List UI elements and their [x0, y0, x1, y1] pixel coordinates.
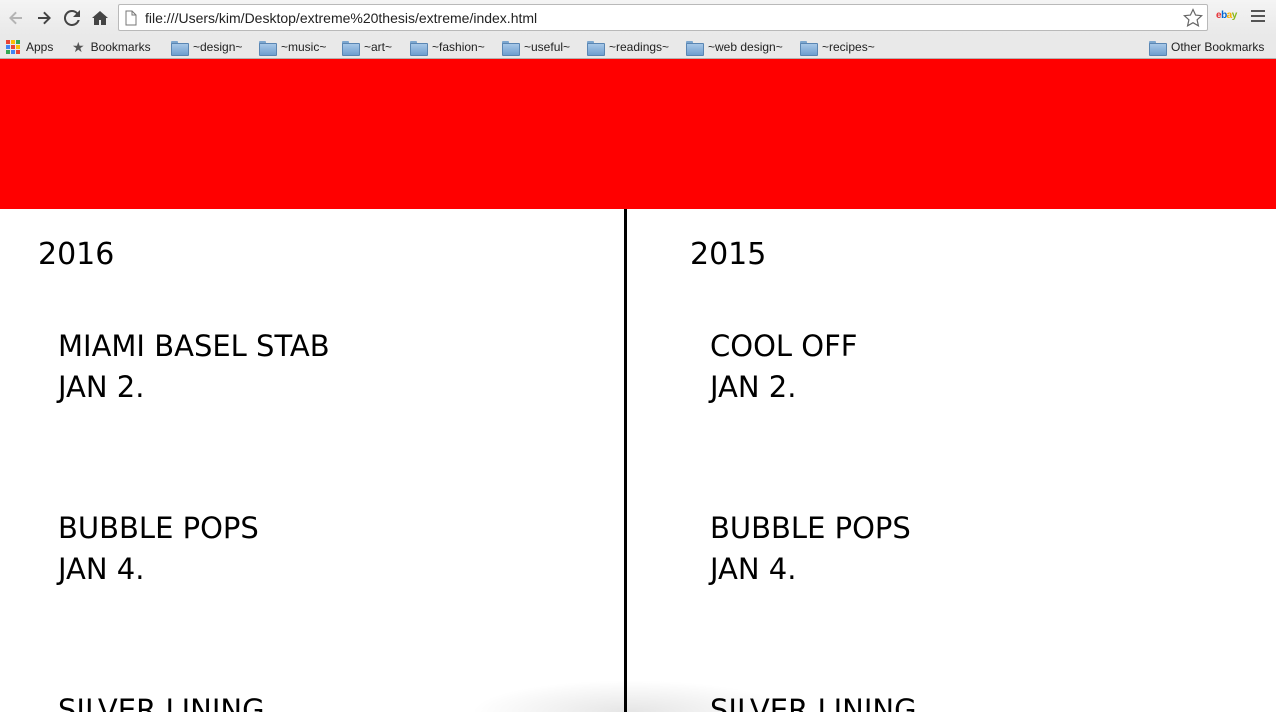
bookmark-label: ~design~ [193, 40, 243, 54]
event-title: BUBBLE POPS [58, 511, 259, 545]
bookmark-folder-music[interactable]: ~music~ [259, 38, 326, 56]
folder-icon [800, 40, 818, 56]
event-date: JAN 4. [58, 552, 145, 586]
address-bar[interactable]: file:///Users/kim/Desktop/extreme%20thes… [118, 4, 1208, 31]
bookmark-folder-useful[interactable]: ~useful~ [502, 38, 570, 56]
page-icon [125, 10, 137, 25]
event-date: JAN 2. [710, 370, 797, 404]
bookmark-folder-fashion[interactable]: ~fashion~ [410, 38, 485, 56]
folder-icon [171, 40, 189, 56]
reload-button[interactable] [60, 6, 84, 30]
bookmark-label: Apps [26, 40, 54, 54]
bookmarks-bar: Apps ★ Bookmarks ~design~ ~music~ ~art~ … [0, 35, 1276, 59]
bookmark-label: ~web design~ [708, 40, 783, 54]
event-title: BUBBLE POPS [710, 511, 911, 545]
event-item[interactable]: COOL OFF JAN 2. [710, 326, 857, 408]
bookmark-other-bookmarks[interactable]: Other Bookmarks [1149, 38, 1264, 56]
folder-icon [686, 40, 704, 56]
hero-banner [0, 59, 1276, 209]
arrow-right-icon [38, 11, 51, 24]
home-icon [92, 10, 108, 25]
url-text[interactable]: file:///Users/kim/Desktop/extreme%20thes… [145, 10, 537, 26]
menu-icon[interactable] [1251, 10, 1265, 24]
year-column-2016: 2016 MIAMI BASEL STAB JAN 2. BUBBLE POPS… [0, 209, 624, 712]
folder-icon [410, 40, 428, 56]
bookmark-label: ~fashion~ [432, 40, 485, 54]
home-button[interactable] [88, 6, 112, 30]
apps-grid-icon [6, 40, 20, 54]
arrow-left-icon [9, 11, 22, 24]
folder-icon [259, 40, 277, 56]
bookmark-label: ~useful~ [524, 40, 571, 54]
star-icon: ★ [72, 38, 85, 55]
event-item[interactable]: SILVER LINING [58, 690, 265, 712]
event-title: COOL OFF [710, 329, 858, 363]
folder-icon [1149, 40, 1167, 56]
event-title: SILVER LINING [58, 693, 265, 712]
folder-icon [342, 40, 360, 56]
bookmark-folder-recipes[interactable]: ~recipes~ [800, 38, 875, 56]
event-item[interactable]: BUBBLE POPS JAN 4. [58, 508, 259, 590]
year-column-2015: 2015 COOL OFF JAN 2. BUBBLE POPS JAN 4. … [627, 209, 1276, 712]
browser-toolbar: file:///Users/kim/Desktop/extreme%20thes… [0, 0, 1276, 35]
event-item[interactable]: SILVER LINING [710, 690, 917, 712]
bookmark-label: ~recipes~ [822, 40, 875, 54]
bookmark-label: ~music~ [281, 40, 327, 54]
reload-icon [64, 9, 80, 26]
bookmark-star-icon[interactable] [1183, 8, 1203, 28]
back-button[interactable] [4, 6, 28, 30]
bookmark-label: Other Bookmarks [1171, 40, 1265, 54]
event-item[interactable]: MIAMI BASEL STAB JAN 2. [58, 326, 330, 408]
bookmark-folder-design[interactable]: ~design~ [171, 38, 242, 56]
event-date: JAN 4. [710, 552, 797, 586]
bookmark-label: ~readings~ [609, 40, 670, 54]
ebay-extension-icon[interactable]: ebay [1216, 10, 1237, 21]
event-title: SILVER LINING [710, 693, 917, 712]
bookmark-label: Bookmarks [90, 40, 151, 54]
event-date: JAN 2. [58, 370, 145, 404]
folder-icon [587, 40, 605, 56]
bookmark-bookmarks[interactable]: ★ Bookmarks [72, 38, 151, 56]
bookmark-apps[interactable]: Apps [6, 38, 53, 56]
event-title: MIAMI BASEL STAB [58, 329, 330, 363]
event-item[interactable]: BUBBLE POPS JAN 4. [710, 508, 911, 590]
bookmark-folder-readings[interactable]: ~readings~ [587, 38, 669, 56]
forward-button[interactable] [32, 6, 56, 30]
year-heading: 2015 [690, 237, 767, 272]
bookmark-label: ~art~ [364, 40, 393, 54]
bookmark-folder-art[interactable]: ~art~ [342, 38, 392, 56]
year-heading: 2016 [38, 237, 115, 272]
folder-icon [502, 40, 520, 56]
bookmark-folder-web-design[interactable]: ~web design~ [686, 38, 783, 56]
